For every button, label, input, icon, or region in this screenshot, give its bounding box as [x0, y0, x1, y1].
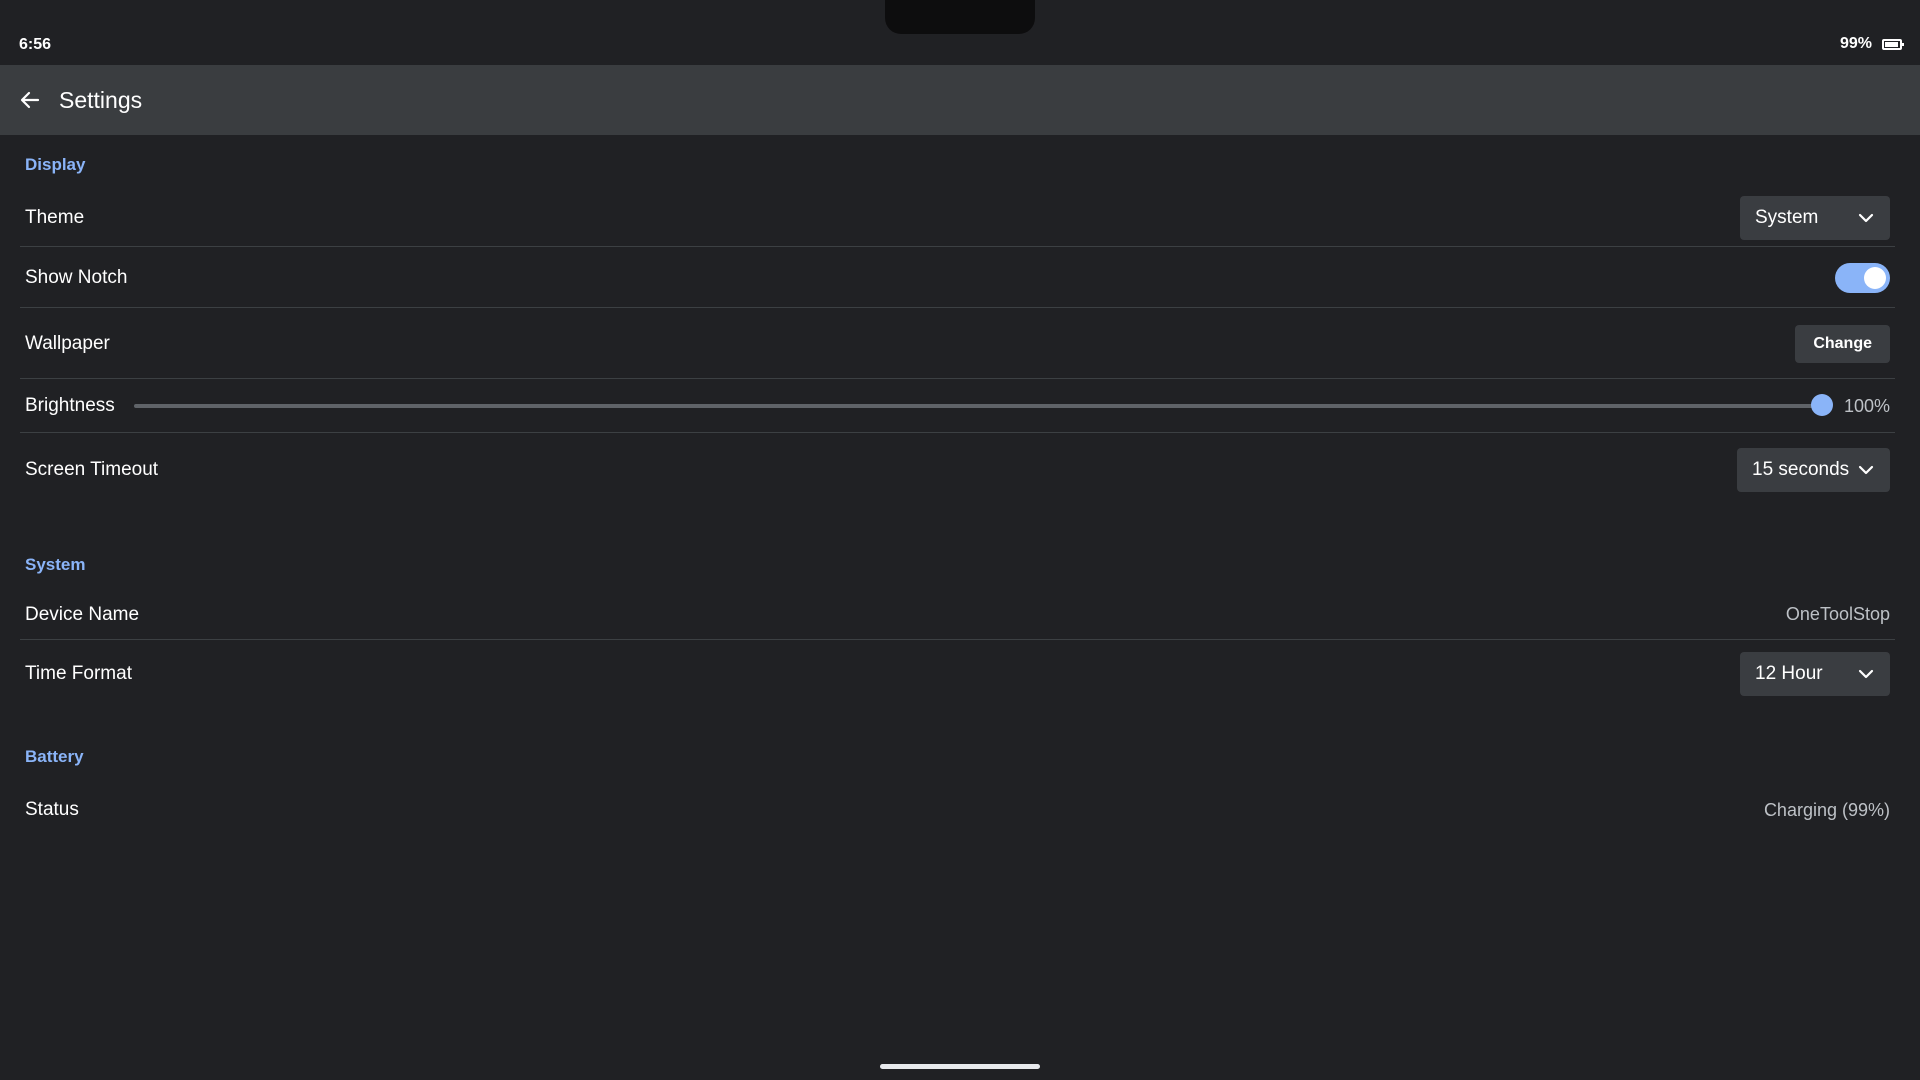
home-indicator[interactable]: [880, 1064, 1040, 1069]
page-title: Settings: [59, 86, 143, 113]
show-notch-label: Show Notch: [25, 266, 128, 288]
theme-label: Theme: [25, 207, 85, 228]
device-name-label: Device Name: [25, 603, 140, 625]
brightness-slider-wrap: 100%: [133, 394, 1890, 417]
theme-dropdown[interactable]: System: [1740, 196, 1890, 240]
section-header-system: System: [25, 555, 86, 574]
screen-timeout-dropdown[interactable]: 15 seconds: [1737, 448, 1890, 492]
status-time: 6:56: [19, 36, 52, 53]
setting-row-battery-status: Status Charging (99%): [20, 782, 1895, 838]
show-notch-toggle[interactable]: [1835, 262, 1890, 293]
camera-notch: [885, 0, 1035, 34]
battery-status-value: Charging (99%): [1763, 799, 1890, 820]
setting-row-brightness: Brightness 100%: [20, 380, 1895, 433]
settings-screen: 6:56 99% Settings Display Theme System S…: [0, 0, 1920, 1080]
status-battery-percent: 99%: [1839, 35, 1872, 52]
brightness-value: 100%: [1843, 395, 1890, 416]
brightness-label: Brightness: [25, 395, 115, 416]
setting-row-show-notch: Show Notch: [20, 248, 1895, 308]
setting-row-screen-timeout: Screen Timeout 15 seconds: [20, 434, 1895, 506]
screen-timeout-label: Screen Timeout: [25, 459, 159, 480]
time-format-dropdown-value: 12 Hour: [1755, 662, 1823, 684]
section-header-battery: Battery: [25, 747, 84, 766]
battery-status-label: Status: [25, 799, 79, 820]
setting-row-time-format: Time Format 12 Hour: [20, 641, 1895, 706]
chevron-down-icon: [1856, 664, 1876, 684]
wallpaper-label: Wallpaper: [25, 332, 110, 354]
chevron-down-icon: [1856, 460, 1876, 480]
status-right: 99%: [1839, 35, 1904, 53]
brightness-slider[interactable]: [133, 394, 1833, 416]
battery-full-icon: [1882, 38, 1904, 50]
time-format-label: Time Format: [25, 662, 132, 684]
setting-row-wallpaper: Wallpaper Change: [20, 309, 1895, 379]
toggle-knob: [1864, 266, 1886, 289]
brightness-slider-thumb[interactable]: [1810, 394, 1833, 416]
section-header-display: Display: [25, 155, 86, 174]
back-button[interactable]: [16, 86, 44, 114]
screen-timeout-dropdown-value: 15 seconds: [1752, 459, 1850, 480]
status-bar: 6:56 99%: [0, 0, 1920, 65]
arrow-left-icon: [20, 91, 40, 109]
device-name-value: OneToolStop: [1785, 604, 1890, 624]
chevron-down-icon: [1856, 208, 1876, 228]
theme-dropdown-value: System: [1755, 207, 1819, 228]
setting-row-device-name: Device Name OneToolStop: [20, 590, 1895, 640]
time-format-dropdown[interactable]: 12 Hour: [1740, 651, 1890, 696]
change-wallpaper-button[interactable]: Change: [1795, 324, 1890, 363]
app-bar: Settings: [0, 65, 1920, 135]
setting-row-theme: Theme System: [20, 190, 1895, 247]
